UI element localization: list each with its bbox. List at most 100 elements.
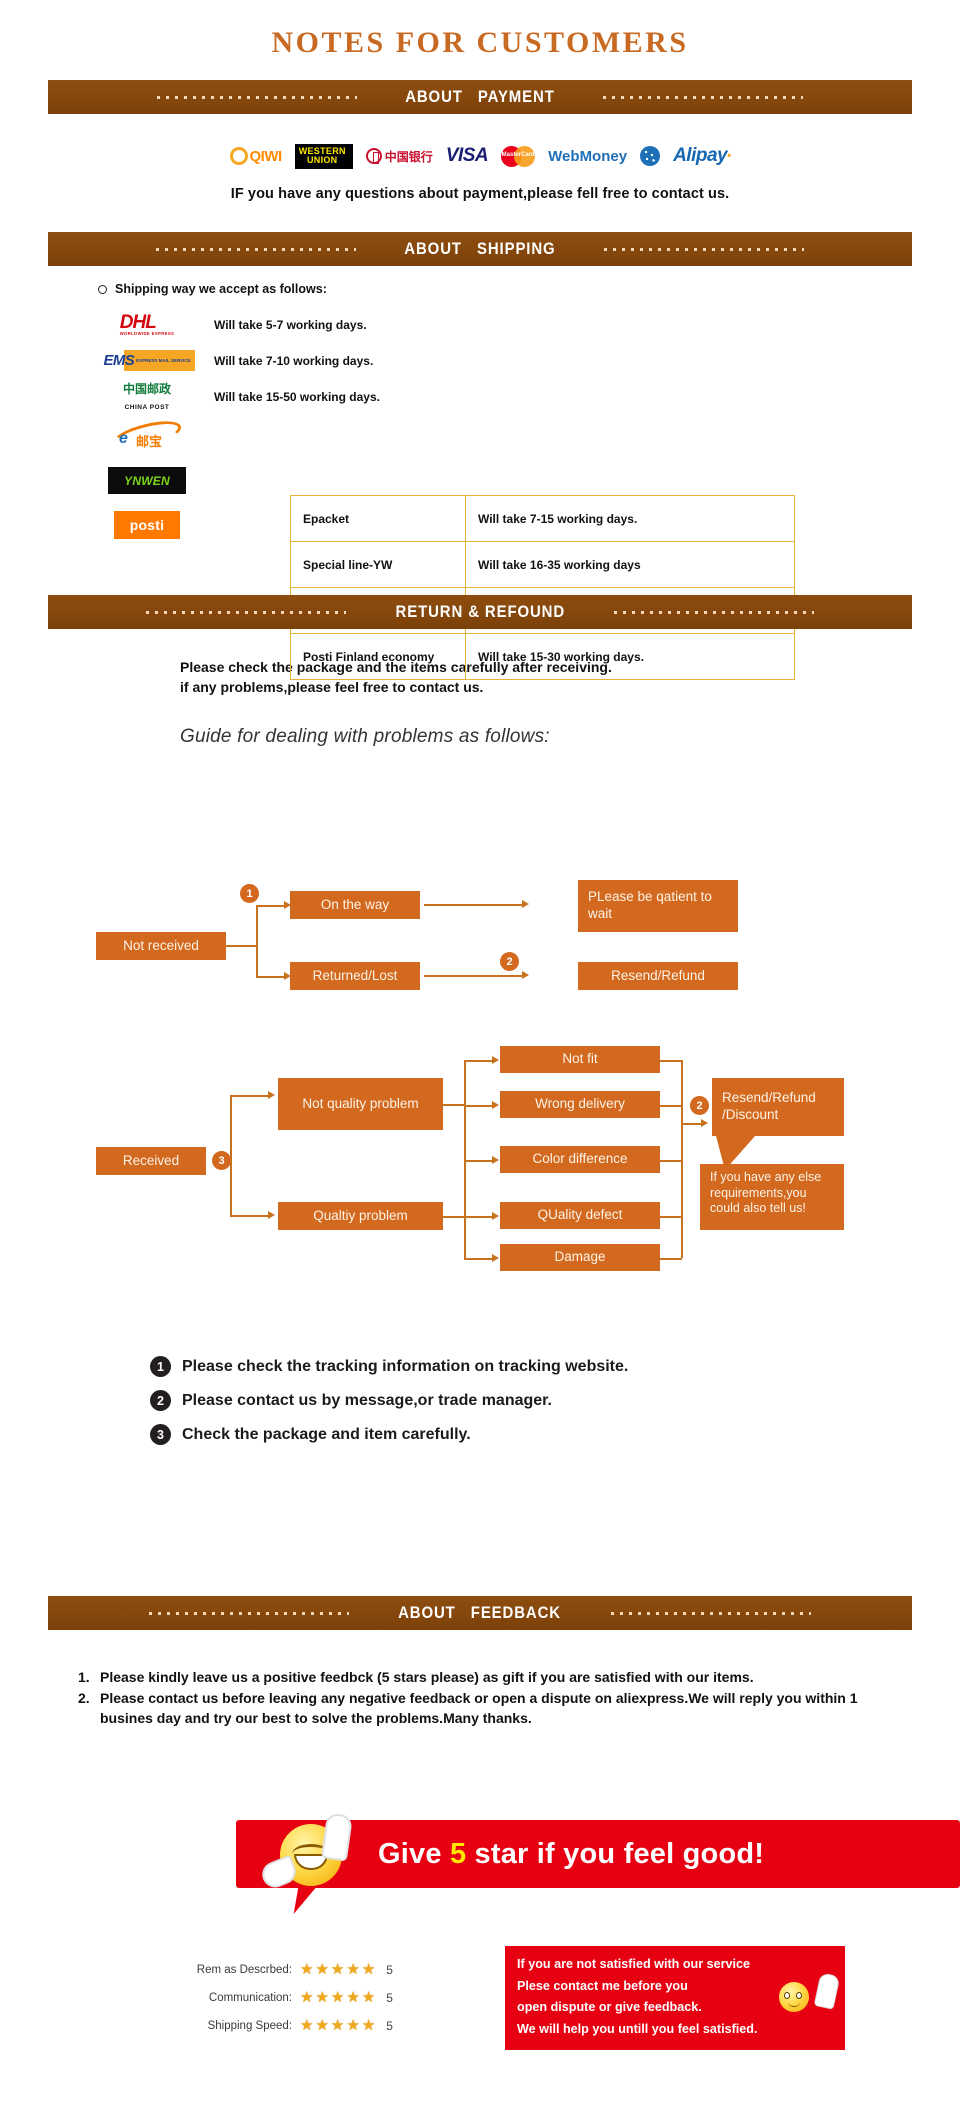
banner-text: Give 5 star if you feel good!	[378, 1838, 764, 1871]
qiwi-logo: QIWI	[229, 147, 282, 165]
banner-post: star if you feel good!	[466, 1837, 765, 1870]
alipay-logo: Alipay •	[673, 145, 731, 166]
redbox-line: If you are not satisfied with our servic…	[517, 1957, 751, 1971]
flow1-branch-a: On the way	[290, 891, 420, 919]
rating-row: Shipping Speed: ★ ★ ★ ★ ★ 5	[180, 2018, 393, 2033]
smiley-face-icon	[779, 1982, 809, 2012]
contact-before-dispute-box: If you are not satisfied with our servic…	[505, 1946, 845, 2050]
flow2-line	[660, 1060, 682, 1062]
yanwen-label: YNWEN	[124, 473, 170, 488]
mastercard-logo: MasterCard	[501, 145, 536, 167]
alipay-label: Alipay	[673, 145, 728, 166]
flow2-line	[443, 1104, 465, 1106]
dotted-rule-left	[157, 95, 358, 99]
rating-label: Shipping Speed:	[207, 2019, 292, 2032]
flow1-arrow	[522, 900, 529, 908]
china-post-time: Will take 15-50 working days.	[214, 389, 380, 404]
page-title: NOTES FOR CUSTOMERS	[0, 0, 960, 58]
flow2-line	[660, 1160, 682, 1162]
flow1-line	[256, 905, 286, 907]
ems-time: Will take 7-10 working days.	[214, 353, 374, 368]
flow2-line	[660, 1258, 682, 1260]
flow2-arrow	[268, 1091, 275, 1099]
western-union-logo: WESTERN UNION	[294, 143, 353, 169]
rating-label: Rem as Descrbed:	[196, 1963, 292, 1976]
shipping-options-table: Epacket Will take 7-15 working days. Spe…	[290, 495, 795, 680]
flow2-reason: Damage	[500, 1244, 660, 1271]
flowchart-received: Received 3 Not quality problem Qualtiy p…	[0, 1035, 960, 1275]
bullet-circle-icon	[98, 284, 107, 294]
flow2-start: Received	[96, 1147, 206, 1175]
feedback-item-text: Please kindly leave us a positive feedbc…	[100, 1669, 754, 1685]
feedback-item-text: Please contact us before leaving any neg…	[100, 1689, 858, 1726]
ems-sub: EXPRESS MAIL SERVICE	[136, 358, 191, 363]
note-text: Please contact us by message,or trade ma…	[182, 1391, 552, 1409]
flow1-marker-2: 2	[500, 952, 519, 971]
payment-note: IF you have any questions about payment,…	[230, 186, 730, 202]
dhl-time: Will take 5-7 working days.	[214, 317, 367, 332]
webmoney-icon	[640, 146, 661, 166]
flow2-callout: If you have any else requirements,you co…	[700, 1164, 844, 1230]
rating-value: 5	[386, 1962, 393, 1977]
flow1-arrow	[522, 971, 529, 979]
boc-label: 中国银行	[384, 149, 433, 164]
webmoney-logo: WebMoney	[548, 147, 628, 165]
flow2-line	[230, 1095, 232, 1215]
flow2-arrow	[701, 1119, 708, 1127]
flow2-line	[681, 1060, 683, 1258]
note-number-badge: 2	[150, 1390, 171, 1411]
banner-pre: Give	[378, 1837, 450, 1870]
china-post-sub: CHINA POST	[124, 403, 170, 411]
dotted-rule-right	[614, 610, 815, 614]
feedback-item-number: 1.	[78, 1669, 90, 1685]
china-post-label: 中国邮政	[122, 381, 171, 396]
page-title-text: NOTES FOR CUSTOMERS	[271, 26, 689, 59]
feedback-item: 1. Please kindly leave us a positive fee…	[78, 1668, 900, 1688]
return-notes-list: 1 Please check the tracking information …	[0, 1356, 960, 1458]
cell-time: Will take 7-15 working days.	[465, 495, 795, 542]
flow1-line	[226, 945, 258, 947]
star-icon: ★	[315, 1961, 329, 1978]
note-row: 2 Please contact us by message,or trade …	[150, 1390, 960, 1411]
china-post-logo: 中国邮政 CHINA POST	[98, 381, 196, 413]
give-5-star-banner: Give 5 star if you feel good!	[236, 1812, 960, 1914]
star-icon: ★	[346, 1961, 360, 1978]
flow2-arrow	[492, 1254, 499, 1262]
star-rating: ★ ★ ★ ★ ★	[300, 2018, 375, 2033]
section-band-return: RETURN & REFOUND	[48, 595, 912, 629]
star-rating: ★ ★ ★ ★ ★	[300, 1990, 375, 2005]
wu-line2: UNION	[306, 155, 338, 165]
flow1-line	[256, 905, 258, 977]
band-title-shipping: ABOUT SHIPPING	[404, 239, 556, 258]
flow2-line	[464, 1105, 494, 1107]
flow2-branch-b: Qualtiy problem	[278, 1202, 443, 1230]
flow2-line	[464, 1160, 494, 1162]
star-icon: ★	[300, 2017, 314, 2034]
flow1-result-a: PLease be qatient to wait	[578, 880, 738, 932]
flow2-line	[230, 1095, 270, 1097]
payment-content: QIWI WESTERN UNION 中国银行 VISA MasterCard W…	[0, 140, 960, 202]
note-row: 1 Please check the tracking information …	[150, 1356, 960, 1377]
banner-five: 5	[449, 1837, 467, 1870]
star-icon: ★	[315, 1989, 329, 2006]
cell-method: Special line-YW	[290, 541, 466, 588]
star-icon: ★	[300, 1989, 314, 2006]
payment-logo-strip: QIWI WESTERN UNION 中国银行 VISA MasterCard W…	[0, 140, 960, 172]
star-icon: ★	[361, 2017, 376, 2034]
mastercard-label: MasterCard	[501, 151, 535, 158]
flow2-arrow	[492, 1156, 499, 1164]
band-title-payment: ABOUT PAYMENT	[405, 87, 555, 106]
redbox-line: We will help you untill you feel satisfi…	[517, 2021, 758, 2036]
flow1-start: Not received	[96, 932, 226, 960]
rating-label: Communication:	[208, 1991, 292, 2004]
flow1-line	[424, 975, 524, 977]
seller-ratings: Rem as Descrbed: ★ ★ ★ ★ ★ 5 Communication: …	[180, 1962, 393, 2046]
dhl-logo: DHL WORLDWIDE EXPRESS	[98, 313, 196, 336]
posti-label: posti	[113, 510, 181, 539]
flow2-arrow	[492, 1056, 499, 1064]
posti-logo: posti	[98, 510, 196, 539]
cell-time: Will take 16-35 working days	[465, 541, 795, 588]
bank-of-china-logo: 中国银行	[365, 148, 433, 165]
ems-label: EMS	[103, 352, 135, 369]
flow2-line	[660, 1105, 682, 1107]
